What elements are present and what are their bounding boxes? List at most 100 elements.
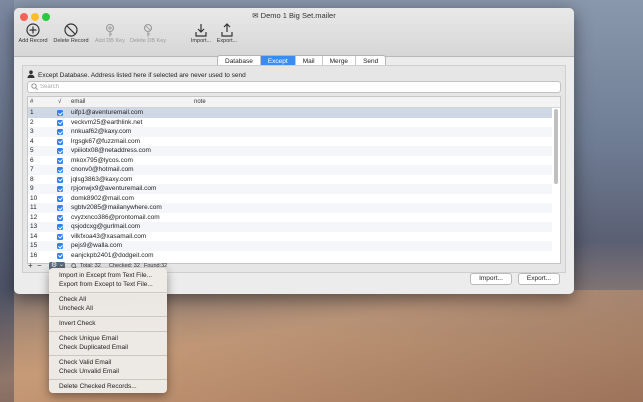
table-row[interactable]: 1 uifp1@aventuremail.com <box>28 108 552 118</box>
row-number: 1 <box>30 109 34 116</box>
app-window: ✉ Demo 1 Big Set.mailer Add Record Delet… <box>14 8 574 294</box>
row-checkbox[interactable] <box>57 224 63 230</box>
window-title: ✉ Demo 1 Big Set.mailer <box>252 11 336 20</box>
menu-item-check-duplicated[interactable]: Check Duplicated Email <box>59 344 128 351</box>
import-file-button[interactable]: Import... <box>470 273 512 285</box>
table-header: # √ email note <box>28 97 560 108</box>
table-row[interactable]: 4 lrgsgk67@fuzzmail.com <box>28 137 552 147</box>
row-email: qsjodcxg@gurlmail.com <box>71 223 141 230</box>
add-row-button[interactable]: + <box>28 262 33 270</box>
vertical-scrollbar[interactable] <box>554 109 558 184</box>
row-number: 7 <box>30 166 34 173</box>
row-number: 16 <box>30 251 38 259</box>
row-checkbox[interactable] <box>57 186 63 192</box>
menu-separator <box>49 355 167 356</box>
menu-item-delete-checked[interactable]: Delete Checked Records... <box>59 383 137 390</box>
menu-separator <box>49 292 167 293</box>
prohibited-icon <box>64 23 78 37</box>
add-record-button[interactable]: Add Record <box>14 23 53 44</box>
menu-item-export-except[interactable]: Export from Except to Text File... <box>59 281 153 288</box>
row-checkbox[interactable] <box>57 138 63 145</box>
person-icon <box>27 70 35 78</box>
menu-item-check-all[interactable]: Check All <box>59 296 86 303</box>
search-field[interactable] <box>27 81 561 93</box>
row-email: veckvm25@earthlink.net <box>71 118 143 126</box>
table-body: 1 uifp1@aventuremail.com 2 veckvm25@earthli… <box>28 108 552 260</box>
search-icon <box>31 83 38 90</box>
row-number: 8 <box>30 175 34 183</box>
row-email: lrgsgk67@fuzzmail.com <box>71 137 141 145</box>
key-delete-icon <box>143 23 153 37</box>
row-email: vilkfxoa43@xasamail.com <box>71 232 147 240</box>
table-row[interactable]: 11 sgbtv2085@mailanywhere.com <box>28 203 552 213</box>
row-checkbox[interactable] <box>57 252 63 259</box>
table-row[interactable]: 16 eanjckpb2401@dodgeit.com <box>28 251 552 261</box>
row-email: domk8902@mail.com <box>71 194 134 202</box>
row-number: 3 <box>30 128 34 135</box>
row-checkbox[interactable] <box>57 243 63 249</box>
row-number: 12 <box>30 213 38 221</box>
menu-separator <box>49 316 167 317</box>
menu-item-invert-check[interactable]: Invert Check <box>59 320 96 327</box>
row-number: 9 <box>30 185 34 192</box>
table-row[interactable]: 8 jqlsg3863@kaxy.com <box>28 175 552 185</box>
table-row[interactable]: 15 pejs9@walla.com <box>28 241 552 251</box>
row-number: 6 <box>30 156 34 164</box>
search-input[interactable] <box>40 82 540 92</box>
title-bar: ✉ Demo 1 Big Set.mailer Add Record Delet… <box>14 8 574 57</box>
table-row[interactable]: 9 rpjonwjx9@aventuremail.com <box>28 184 552 194</box>
menu-item-check-valid[interactable]: Check Valid Email <box>59 359 111 366</box>
menu-item-uncheck-all[interactable]: Uncheck All <box>59 305 93 312</box>
row-checkbox[interactable] <box>57 119 63 126</box>
row-email: cnonv0@hotmail.com <box>71 166 134 173</box>
table-row[interactable]: 10 domk8902@mail.com <box>28 194 552 204</box>
row-email: vpiiiotx08@netaddress.com <box>71 147 151 154</box>
row-number: 5 <box>30 147 34 154</box>
row-number: 4 <box>30 137 34 145</box>
row-checkbox[interactable] <box>57 148 63 154</box>
row-checkbox[interactable] <box>57 195 63 202</box>
export-file-button[interactable]: Export... <box>518 273 560 285</box>
table-row[interactable]: 3 nnkuaf62@kaxy.com <box>28 127 552 137</box>
row-number: 2 <box>30 118 34 126</box>
table-row[interactable]: 2 veckvm25@earthlink.net <box>28 118 552 128</box>
menu-item-check-unique[interactable]: Check Unique Email <box>59 335 118 342</box>
column-header-number[interactable]: # <box>30 97 33 107</box>
table-row[interactable]: 13 qsjodcxg@gurlmail.com <box>28 222 552 232</box>
row-email: pejs9@walla.com <box>71 242 123 249</box>
table-row[interactable]: 6 mkox795@lycos.com <box>28 156 552 166</box>
delete-db-key-button[interactable]: Delete DB Key <box>128 23 168 44</box>
export-button[interactable]: Export... <box>207 23 247 44</box>
row-checkbox[interactable] <box>57 205 63 211</box>
row-checkbox[interactable] <box>57 176 63 183</box>
table-row[interactable]: 14 vilkfxoa43@xasamail.com <box>28 232 552 242</box>
row-checkbox[interactable] <box>57 233 63 240</box>
row-checkbox[interactable] <box>57 129 63 135</box>
menu-item-check-unvalid[interactable]: Check Unvalid Email <box>59 368 119 375</box>
row-checkbox[interactable] <box>57 157 63 164</box>
row-number: 14 <box>30 232 38 240</box>
row-number: 11 <box>30 204 37 211</box>
add-db-key-button[interactable]: Add DB Key <box>90 23 130 44</box>
menu-item-import-except[interactable]: Import in Except from Text File... <box>59 272 152 279</box>
row-email: cvyzxnco386@prontomail.com <box>71 213 160 221</box>
row-checkbox[interactable] <box>57 110 63 116</box>
menu-separator <box>49 379 167 380</box>
table-row[interactable]: 12 cvyzxnco386@prontomail.com <box>28 213 552 223</box>
row-checkbox[interactable] <box>57 167 63 173</box>
table-row[interactable]: 7 cnonv0@hotmail.com <box>28 165 552 175</box>
action-context-menu: Import in Except from Text File... Expor… <box>49 268 167 393</box>
row-email: eanjckpb2401@dodgeit.com <box>71 251 154 259</box>
delete-record-button[interactable]: Delete Record <box>51 23 91 44</box>
remove-row-button[interactable]: − <box>37 262 42 270</box>
row-checkbox[interactable] <box>57 214 63 221</box>
row-email: rpjonwjx9@aventuremail.com <box>71 185 157 192</box>
table-row[interactable]: 5 vpiiiotx08@netaddress.com <box>28 146 552 156</box>
column-header-note[interactable]: note <box>194 97 206 107</box>
row-email: mkox795@lycos.com <box>71 156 133 164</box>
column-header-check[interactable]: √ <box>58 97 61 107</box>
row-email: nnkuaf62@kaxy.com <box>71 128 132 135</box>
import-tray-icon <box>195 24 207 37</box>
column-header-email[interactable]: email <box>71 97 85 107</box>
row-number: 10 <box>30 194 38 202</box>
